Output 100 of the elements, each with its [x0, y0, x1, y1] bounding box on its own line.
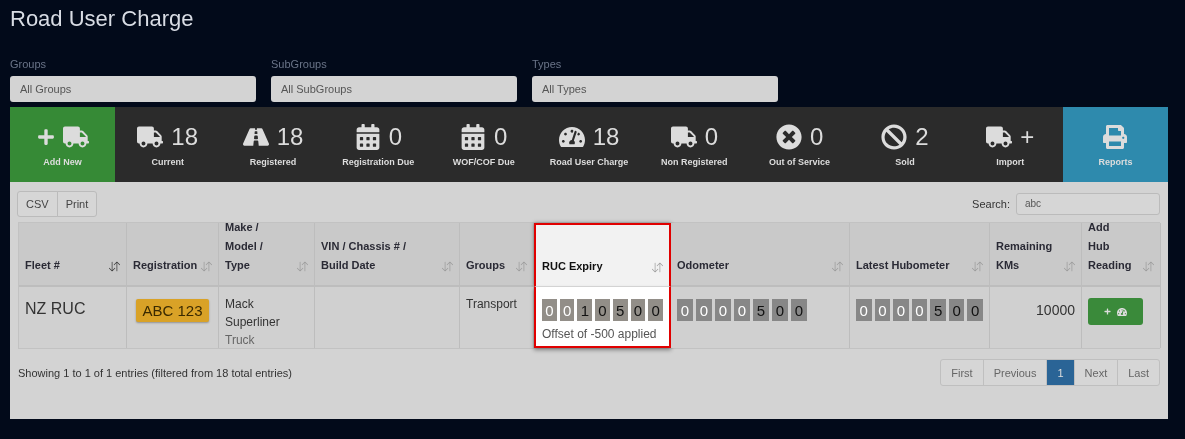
fleet-name: NZ RUC — [25, 300, 87, 318]
export-button[interactable]: Print — [56, 190, 98, 217]
stat-label: Non Registered — [661, 156, 728, 167]
entries-info: Showing 1 to 1 of 1 entries (filtered from 18 total entries) — [18, 365, 292, 381]
counter-digit: 5 — [612, 299, 628, 321]
counter-digit: 0 — [696, 299, 712, 321]
counter-digit: 0 — [791, 299, 807, 321]
page-button[interactable]: First — [940, 359, 984, 386]
export-button[interactable]: CSV — [17, 190, 58, 217]
plus-icon — [1104, 308, 1111, 315]
filter-label: SubGroups — [271, 58, 328, 70]
stat-count: 0 — [704, 122, 718, 151]
counter-digit: 0 — [874, 299, 891, 321]
stat-count: 0 — [388, 122, 402, 151]
counter-digit: 1 — [577, 299, 593, 321]
column-title: Odometer — [677, 258, 729, 273]
stat-label: Registration Due — [342, 156, 415, 167]
stat-tile[interactable]: + Import — [957, 107, 1063, 182]
column-header[interactable]: Registration — [127, 223, 219, 287]
stat-count: 2 — [915, 122, 929, 151]
column-title: Latest Hubometer — [856, 258, 950, 273]
column-header[interactable]: Remaining KMs — [990, 223, 1082, 287]
filter-select[interactable]: All Types — [532, 76, 778, 102]
column-header[interactable]: RUC Expiry — [534, 223, 671, 287]
add-reading-button[interactable] — [1088, 298, 1143, 325]
plus-icon — [36, 127, 55, 146]
column-header[interactable]: Odometer — [671, 223, 850, 287]
sort-icon[interactable] — [652, 262, 663, 273]
calendar-icon — [354, 123, 381, 150]
counter-digit: 0 — [542, 299, 557, 321]
filter-select[interactable]: All Groups — [10, 76, 256, 102]
page-button[interactable]: 1 — [1046, 359, 1075, 386]
remaining-kms: 10000 — [1036, 301, 1075, 319]
counter-digit: 5 — [753, 299, 769, 321]
stat-tile[interactable]: 0 Registration Due — [325, 107, 431, 182]
stat-count: 18 — [171, 122, 198, 151]
counter-digit: 0 — [856, 299, 872, 321]
stat-count: + — [1020, 122, 1035, 151]
counter-digit: 0 — [948, 299, 965, 321]
column-title: Groups — [466, 258, 506, 273]
counter-digit: 0 — [595, 299, 610, 321]
ban-icon — [881, 123, 908, 150]
stat-count: 0 — [809, 122, 824, 151]
counter-digit: 0 — [734, 299, 750, 321]
stat-tile[interactable]: 0 Out of Service — [746, 107, 853, 182]
type-text: Truck — [225, 332, 256, 349]
offset-note: Offset of -500 applied — [542, 326, 658, 343]
column-header[interactable]: Fleet # — [19, 223, 127, 287]
counter-digit: 0 — [630, 299, 646, 321]
search-label: Search: — [972, 197, 1010, 210]
stat-label: Out of Service — [769, 156, 831, 167]
column-title: Remaining KMs — [996, 239, 1053, 273]
column-header[interactable]: Add Hub Reading — [1082, 223, 1161, 287]
column-title: Fleet # — [25, 258, 60, 273]
stat-label: Import — [996, 156, 1025, 167]
counter-digit: 0 — [911, 299, 928, 321]
stat-label: Sold — [895, 156, 915, 167]
page-button[interactable]: Last — [1117, 359, 1160, 386]
make-text: Mack — [225, 296, 255, 313]
calendar-icon — [459, 123, 486, 150]
column-title: RUC Expiry — [542, 259, 603, 274]
model-text: Superliner — [225, 314, 281, 331]
counter-digit: 0 — [715, 299, 731, 321]
stat-label: Current — [151, 156, 184, 167]
column-header[interactable]: VIN / Chassis # / Build Date — [315, 223, 460, 287]
stat-tile[interactable]: 18 Road User Charge — [536, 107, 642, 182]
column-title: Registration — [133, 258, 198, 273]
column-title: Make / Model / Type — [225, 220, 263, 273]
column-header[interactable]: Latest Hubometer — [850, 223, 990, 287]
stat-tile[interactable]: 0 WOF/COF Due — [431, 107, 537, 182]
page-button[interactable]: Previous — [982, 359, 1048, 386]
stat-label: Reports — [1098, 156, 1133, 167]
page-title: Road User Charge — [10, 6, 195, 33]
counter-digit: 0 — [772, 299, 788, 321]
stat-tile[interactable]: 0 Non Registered — [641, 107, 747, 182]
counter-digit: 0 — [893, 299, 909, 321]
counter-digit: 0 — [677, 299, 693, 321]
page-button[interactable]: Next — [1073, 359, 1119, 386]
stat-tile[interactable]: 18 Registered — [220, 107, 326, 182]
registration-plate: ABC 123 — [136, 299, 209, 322]
stat-label: Road User Charge — [549, 156, 629, 167]
filter-label: Types — [532, 58, 563, 70]
gauge-icon — [1117, 306, 1127, 317]
stat-count: 18 — [276, 122, 304, 151]
stat-label: WOF/COF Due — [452, 156, 515, 167]
column-header[interactable]: Groups — [460, 223, 534, 287]
sort-icon[interactable] — [109, 261, 120, 272]
stat-tile[interactable]: 2 Sold — [852, 107, 958, 182]
counter-digit: 0 — [648, 299, 664, 321]
stat-tile[interactable]: 18 Current — [115, 107, 221, 182]
print-icon — [1103, 124, 1128, 149]
stat-label: Registered — [249, 156, 297, 167]
column-title: VIN / Chassis # / Build Date — [321, 239, 406, 273]
column-header[interactable]: Make / Model / Type — [219, 223, 315, 287]
column-title: Add Hub Reading — [1088, 220, 1132, 273]
search-field[interactable]: abc — [1016, 192, 1160, 215]
counter-digit: 5 — [930, 299, 946, 321]
stat-label: Add New — [43, 156, 82, 167]
counter-digit: 0 — [967, 299, 984, 321]
filter-select[interactable]: All SubGroups — [271, 76, 517, 102]
